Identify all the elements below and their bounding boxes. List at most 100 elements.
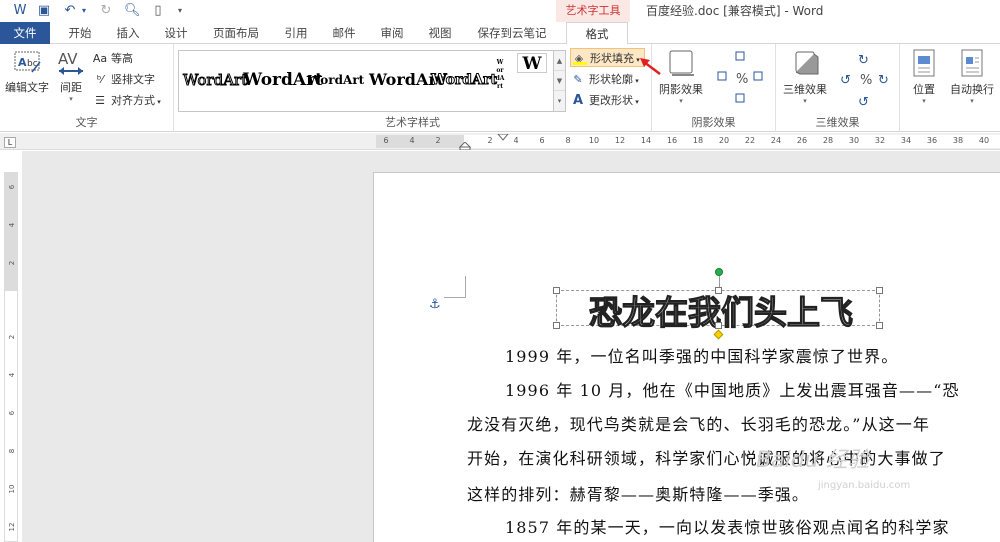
paragraph-line[interactable]: 这样的排列：赫胥黎——奥斯特隆——季强。	[467, 481, 809, 505]
tab-file[interactable]: 文件	[0, 22, 50, 44]
spacing-button[interactable]: AV 间距 ▾	[54, 48, 88, 103]
wordart-style-gallery[interactable]: WordArt WordArt WordArt WordArt WordArt …	[178, 50, 566, 112]
wordart-style-2[interactable]: WordArt	[243, 57, 323, 103]
tab-references[interactable]: 引用	[278, 22, 314, 44]
shadow-effect-icon	[669, 50, 694, 76]
shadow-dropdown-icon: ▾	[679, 97, 683, 105]
ruler-tick: 28	[822, 136, 834, 145]
save-icon[interactable]: ▣	[36, 3, 52, 19]
shadow-nudge-icons[interactable]: %	[712, 50, 772, 110]
new-document-icon[interactable]: ▯	[150, 3, 166, 19]
wrap-text-label: 自动换行	[950, 83, 994, 96]
shape-outline-button[interactable]: ✎ 形状轮廓 ▾	[570, 70, 638, 89]
ruler-tick: 40	[978, 136, 990, 145]
wordart-style-1[interactable]: WordArt	[183, 57, 248, 103]
tab-selector[interactable]: L	[4, 137, 16, 148]
ruler-tick: 26	[796, 136, 808, 145]
vruler-tick: 8	[8, 448, 16, 454]
vertical-text-label: 竖排文字	[111, 73, 155, 86]
gallery-scroll-up-icon[interactable]: ▲	[554, 51, 565, 71]
threed-effect-button[interactable]: 三维效果 ▾	[780, 48, 830, 105]
wordart-style-5[interactable]: WordArt	[431, 57, 498, 103]
position-button[interactable]: 位置 ▾	[904, 48, 944, 105]
ruler-tick: 4	[409, 136, 415, 145]
indent-marker-icon[interactable]	[459, 142, 471, 150]
tab-save-to-cloud-notes[interactable]: 保存到云笔记	[472, 22, 552, 44]
undo-dropdown-icon[interactable]: ▾	[76, 3, 92, 19]
resize-handle-se[interactable]	[876, 322, 883, 329]
vertical-text-button[interactable]: ᵇ⁄ 竖排文字	[92, 70, 155, 89]
change-shape-button[interactable]: A 更改形状 ▾	[570, 91, 639, 110]
threed-effects-group: 三维效果 ▾ ↻ ↺ % ↻ ↺ 三维效果	[776, 44, 900, 132]
shadow-effect-button[interactable]: 阴影效果 ▾	[656, 48, 706, 105]
first-line-indent-icon[interactable]	[497, 134, 509, 141]
wrap-text-icon	[961, 49, 983, 77]
tab-format[interactable]: 格式	[566, 22, 628, 45]
resize-handle-nw[interactable]	[553, 287, 560, 294]
ruler-tick: 2	[487, 136, 493, 145]
wordart-style-7[interactable]: W	[517, 53, 547, 74]
tab-insert[interactable]: 插入	[110, 22, 146, 44]
resize-handle-s[interactable]	[715, 322, 722, 329]
tab-home[interactable]: 开始	[62, 22, 98, 44]
threed-effects-label: 三维效果	[815, 116, 860, 129]
tab-design[interactable]: 设计	[158, 22, 194, 44]
vruler-tick: 10	[8, 484, 16, 494]
anchor-icon[interactable]: ⚓	[429, 297, 441, 312]
threed-dropdown-icon: ▾	[803, 97, 807, 105]
ruler-tick: 24	[770, 136, 782, 145]
resize-handle-ne[interactable]	[876, 287, 883, 294]
word-logo-icon: W	[13, 3, 27, 18]
ruler-tick: 12	[614, 136, 626, 145]
vruler-tick: 2	[8, 260, 16, 266]
rotation-handle[interactable]	[715, 268, 723, 276]
align-dropdown-icon: ▾	[155, 98, 161, 106]
tab-mailings[interactable]: 邮件	[326, 22, 362, 44]
paragraph-line[interactable]: 龙没有灭绝，现代鸟类就是会飞的、长羽毛的恐龙。”从这一年	[467, 411, 930, 435]
vertical-text-icon: ᵇ⁄	[96, 73, 104, 86]
paragraph-line[interactable]: 1999 年，一位名叫季强的中国科学家震惊了世界。	[505, 343, 898, 367]
svg-text:↺: ↺	[840, 73, 851, 88]
ruler-tick: 14	[640, 136, 652, 145]
shape-fill-button[interactable]: ◈ 形状填充 ▾	[570, 48, 645, 67]
change-shape-dropdown-icon: ▾	[633, 98, 639, 106]
tab-review[interactable]: 审阅	[374, 22, 410, 44]
equal-height-button[interactable]: Aa 等高	[92, 49, 133, 68]
horizontal-ruler[interactable]: 6 4 2 2 4 6 8 10 12 14 16 18 20 22 24 26…	[0, 133, 1000, 150]
gallery-more-icon[interactable]: ▾	[554, 91, 565, 111]
ruler-tick: 16	[666, 136, 678, 145]
ruler-tick: 32	[874, 136, 886, 145]
wordart-style-4[interactable]: WordArt	[369, 57, 444, 103]
spacing-label: 间距	[60, 81, 82, 94]
tab-view[interactable]: 视图	[422, 22, 458, 44]
wordart-style-3[interactable]: WordArt	[307, 57, 365, 103]
edit-text-label: 编辑文字	[5, 81, 49, 94]
svg-text:↻: ↻	[878, 73, 889, 88]
tilt-icons[interactable]: ↻ ↺ % ↻ ↺	[836, 50, 896, 110]
position-icon	[913, 49, 935, 77]
customize-qat-icon[interactable]: ▾	[172, 3, 188, 19]
ruler-tick: 4	[513, 136, 519, 145]
tab-page-layout[interactable]: 页面布局	[206, 22, 266, 44]
wordart-styles-group: WordArt WordArt WordArt WordArt WordArt …	[174, 44, 652, 132]
align-button[interactable]: ☰ 对齐方式 ▾	[92, 91, 161, 110]
wordart-style-6[interactable]: WordArt	[495, 59, 505, 105]
vruler-tick: 2	[8, 334, 16, 340]
align-label: 对齐方式	[111, 94, 155, 107]
paragraph-line[interactable]: 开始，在演化科研领域，科学家们心悦诚服的将心中的大事做了	[467, 445, 946, 469]
wrap-text-button[interactable]: 自动换行 ▾	[946, 48, 998, 105]
resize-handle-sw[interactable]	[553, 322, 560, 329]
gallery-scrollbar[interactable]: ▲ ▼ ▾	[553, 51, 565, 111]
redo-icon[interactable]: ↻	[98, 3, 114, 19]
paragraph-line[interactable]: 1857 年的某一天，一向以发表惊世骇俗观点闻名的科学家	[505, 514, 950, 538]
edit-text-icon: A bc	[14, 51, 41, 73]
edit-text-button[interactable]: A bc 编辑文字	[4, 48, 50, 95]
paragraph-line[interactable]: 1996 年 10 月，他在《中国地质》上发出震耳强音——“恐	[505, 377, 960, 401]
vertical-ruler[interactable]: 6 4 2 2 4 6 8 10 12	[4, 172, 18, 542]
position-label: 位置	[913, 83, 935, 96]
ruler-tick: 30	[848, 136, 860, 145]
gallery-scroll-down-icon[interactable]: ▼	[554, 71, 565, 91]
print-preview-icon[interactable]: 🔍︎	[124, 3, 141, 19]
position-dropdown-icon: ▾	[922, 97, 926, 105]
resize-handle-n[interactable]	[715, 287, 722, 294]
